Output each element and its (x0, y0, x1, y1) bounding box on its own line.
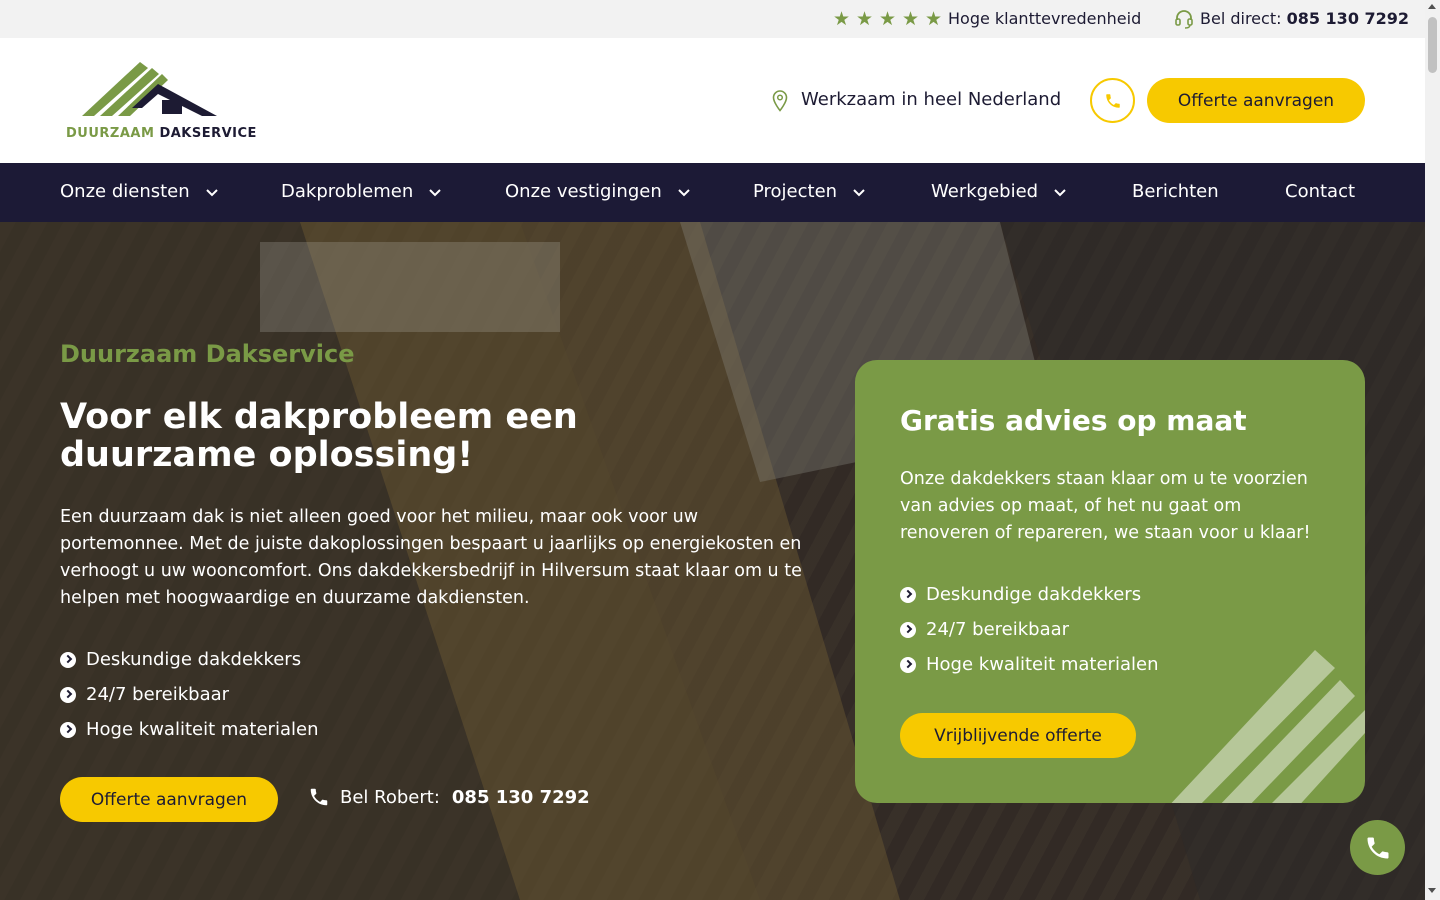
logo-roof-icon (82, 62, 217, 116)
card-benefits-list: Deskundige dakdekkers 24/7 bereikbaar Ho… (900, 577, 1158, 682)
card-text: Onze dakdekkers staan klaar om u te voor… (900, 469, 1311, 543)
chevron-down-icon (429, 189, 441, 197)
floating-call-button[interactable] (1350, 820, 1405, 875)
header-quote-button[interactable]: Offerte aanvragen (1147, 78, 1365, 123)
bel-number: 085 130 7292 (451, 786, 590, 808)
phone-icon (1367, 837, 1388, 858)
list-item: Deskundige dakdekkers (900, 577, 1158, 612)
chevron-down-icon (853, 189, 865, 197)
header-call-button[interactable] (1090, 78, 1135, 123)
list-item: 24/7 bereikbaar (900, 612, 1158, 647)
check-circle-icon (60, 651, 76, 668)
topbar-phone-link[interactable]: Bel direct: 085 130 7292 (1200, 9, 1409, 28)
star-icon: ★ (879, 8, 897, 30)
nav-item-contact[interactable]: Contact (1285, 181, 1355, 202)
logo[interactable]: DUURZAAM DAKSERVICE (62, 60, 262, 142)
hero-lead-text: Een duurzaam dak is niet alleen goed voo… (60, 507, 802, 608)
check-circle-icon (900, 656, 916, 673)
decorative-stripes (1171, 650, 1365, 803)
card-title: Gratis advies op maat (900, 404, 1247, 437)
rating-stars: ★ ★ ★ ★ ★ (833, 8, 944, 30)
top-bar: ★ ★ ★ ★ ★ Hoge klanttevredenheid Bel dir… (0, 0, 1425, 38)
list-item: Hoge kwaliteit materialen (60, 712, 318, 747)
hero-section: Duurzaam Dakservice Voor elk dakprobleem… (0, 222, 1425, 900)
nav-item-werkgebied[interactable]: Werkgebied (931, 181, 1066, 202)
site-header: DUURZAAM DAKSERVICE Werkzaam in heel Ned… (0, 38, 1425, 163)
hero-title: Voor elk dakprobleem een duurzame oploss… (60, 397, 578, 475)
scroll-down-arrow-icon[interactable] (1428, 888, 1436, 893)
phone-number: 085 130 7292 (1286, 9, 1410, 28)
free-quote-button[interactable]: Vrijblijvende offerte (900, 713, 1136, 758)
bel-label: Bel Robert: (340, 786, 440, 808)
phone-icon (310, 788, 328, 806)
scrollbar-thumb[interactable] (1428, 17, 1437, 73)
phone-prefix: Bel direct: (1200, 9, 1282, 28)
nav-item-onze-diensten[interactable]: Onze diensten (60, 181, 218, 202)
nav-item-onze-vestigingen[interactable]: Onze vestigingen (505, 181, 690, 202)
nav-item-berichten[interactable]: Berichten (1132, 181, 1219, 202)
chevron-down-icon (1054, 189, 1066, 197)
hero-benefits-list: Deskundige dakdekkers 24/7 bereikbaar Ho… (60, 642, 318, 747)
star-icon: ★ (925, 8, 943, 30)
star-icon: ★ (833, 8, 851, 30)
rating-text: Hoge klanttevredenheid (948, 9, 1142, 28)
hero-call-link[interactable]: Bel Robert: 085 130 7292 (308, 786, 590, 808)
nav-item-projecten[interactable]: Projecten (753, 181, 865, 202)
list-item: 24/7 bereikbaar (60, 677, 318, 712)
check-circle-icon (60, 721, 76, 738)
check-circle-icon (60, 686, 76, 703)
scroll-up-arrow-icon[interactable] (1428, 4, 1436, 9)
headset-icon (1175, 10, 1193, 29)
chevron-down-icon (205, 189, 218, 197)
star-icon: ★ (902, 8, 920, 30)
logo-text: DUURZAAM DAKSERVICE (66, 126, 257, 141)
hero-kicker: Duurzaam Dakservice (60, 340, 355, 368)
phone-icon (1105, 93, 1120, 108)
hero-quote-button[interactable]: Offerte aanvragen (60, 777, 278, 822)
check-circle-icon (900, 586, 916, 603)
check-circle-icon (900, 621, 916, 638)
list-item: Hoge kwaliteit materialen (900, 647, 1158, 682)
location-pin-icon (772, 90, 788, 112)
advice-card: Gratis advies op maat Onze dakdekkers st… (855, 360, 1365, 803)
service-area-text: Werkzaam in heel Nederland (801, 89, 1062, 110)
nav-item-dakproblemen[interactable]: Dakproblemen (281, 181, 441, 202)
main-navigation: Onze diensten Dakproblemen Onze vestigin… (0, 163, 1425, 222)
star-icon: ★ (856, 8, 874, 30)
page-scrollbar[interactable] (1425, 0, 1440, 900)
chevron-down-icon (678, 189, 690, 197)
list-item: Deskundige dakdekkers (60, 642, 318, 677)
